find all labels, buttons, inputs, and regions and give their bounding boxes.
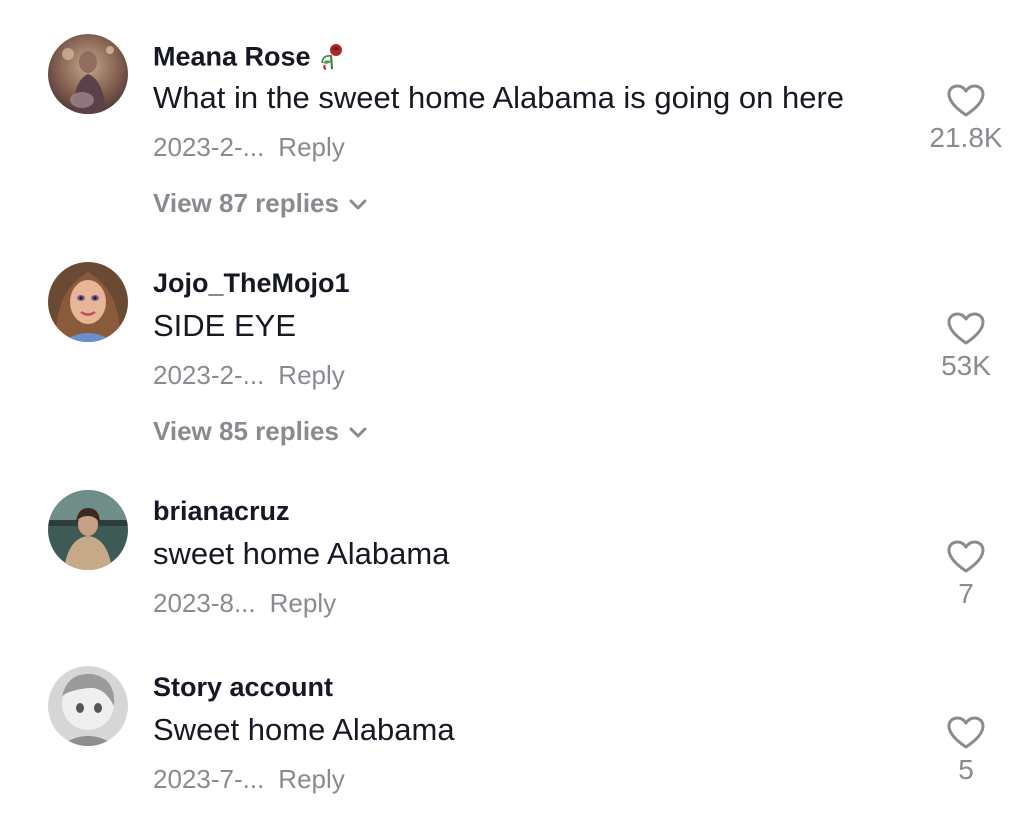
comment-date: 2023-7-... xyxy=(153,764,265,794)
comment-text: SIDE EYE xyxy=(153,308,296,343)
reply-button[interactable]: Reply xyxy=(278,764,344,794)
heart-outline-icon[interactable] xyxy=(947,312,985,346)
comment-text: Sweet home Alabama xyxy=(153,712,455,747)
avatar[interactable] xyxy=(48,490,128,570)
comment-date: 2023-8... xyxy=(153,588,256,618)
like-control: 53K xyxy=(926,312,1006,380)
avatar[interactable] xyxy=(48,262,128,342)
comment-meta: 2023-2-... Reply xyxy=(153,134,345,160)
like-control: 21.8K xyxy=(926,84,1006,152)
view-replies-label: View 85 replies xyxy=(153,416,339,446)
heart-outline-icon[interactable] xyxy=(947,716,985,750)
chevron-down-icon xyxy=(349,199,367,210)
chevron-down-icon xyxy=(349,427,367,438)
comment-meta: 2023-8... Reply xyxy=(153,590,336,616)
view-replies-button[interactable]: View 87 replies xyxy=(153,190,367,216)
avatar[interactable] xyxy=(48,666,128,746)
heart-outline-icon[interactable] xyxy=(947,540,985,574)
comment-meta: 2023-7-... Reply xyxy=(153,766,345,792)
reply-button[interactable]: Reply xyxy=(278,132,344,162)
view-replies-label: View 87 replies xyxy=(153,188,339,218)
heart-outline-icon[interactable] xyxy=(947,84,985,118)
reply-button[interactable]: Reply xyxy=(278,360,344,390)
comment-text: What in the sweet home Alabama is going … xyxy=(153,80,845,115)
avatar[interactable] xyxy=(48,34,128,114)
username[interactable]: Meana Rose xyxy=(153,41,347,76)
like-count: 21.8K xyxy=(929,122,1003,153)
username[interactable]: Story account xyxy=(153,674,333,701)
view-replies-button[interactable]: View 85 replies xyxy=(153,418,367,444)
comment-date: 2023-2-... xyxy=(153,132,265,162)
like-count: 53K xyxy=(941,350,991,381)
comment-text: sweet home Alabama xyxy=(153,536,450,571)
like-count: 5 xyxy=(958,754,974,785)
username-text: Meana Rose xyxy=(153,41,311,72)
reply-button[interactable]: Reply xyxy=(270,588,336,618)
comment-date: 2023-2-... xyxy=(153,360,265,390)
wilted-rose-icon xyxy=(317,41,347,76)
like-count: 7 xyxy=(958,578,974,609)
like-control: 5 xyxy=(926,716,1006,784)
like-control: 7 xyxy=(926,540,1006,608)
username[interactable]: brianacruz xyxy=(153,498,290,525)
comment-meta: 2023-2-... Reply xyxy=(153,362,345,388)
username[interactable]: Jojo_TheMojo1 xyxy=(153,270,350,297)
